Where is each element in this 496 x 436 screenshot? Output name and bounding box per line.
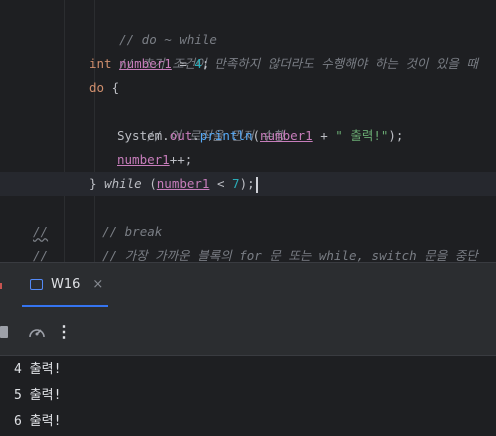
- code-line-9: // // break: [33, 220, 162, 244]
- operator: <: [209, 176, 233, 191]
- brace: {: [104, 80, 120, 95]
- punctuation: .: [162, 128, 170, 143]
- more-options-icon[interactable]: ⋮: [56, 322, 72, 341]
- punctuation: );: [239, 176, 255, 191]
- console-line: 6 출력!: [14, 414, 62, 429]
- operator: =: [171, 56, 195, 71]
- code-comment: // break: [102, 224, 163, 239]
- operator: +: [312, 128, 336, 143]
- dump-threads-icon[interactable]: [27, 323, 47, 341]
- run-toolbar: ⋮: [0, 308, 496, 356]
- variable: number1: [119, 56, 172, 71]
- number-literal: 7: [232, 176, 240, 191]
- method-name: println: [199, 128, 253, 143]
- line-comment-marker: //: [33, 224, 49, 239]
- console-line: 4 출력!: [14, 362, 62, 377]
- keyword: do: [89, 80, 105, 95]
- code-line-5: // 이 로직을 먼저 수행: [117, 100, 284, 143]
- variable: number1: [156, 176, 210, 191]
- keyword: while: [104, 176, 142, 191]
- run-panel-header: W16 ×: [0, 263, 496, 308]
- code-line-7: number1++;: [117, 148, 192, 172]
- code-line-6: System.out.println(number1 + " 출력!");: [117, 124, 403, 148]
- code-editor[interactable]: // do ~ while // 초기 조건이 만족하지 않더라도 수행해야 하…: [0, 0, 496, 262]
- line-comment-marker: //: [33, 248, 49, 262]
- run-config-icon: [30, 278, 43, 290]
- code-line-3: int number1 = 4;: [89, 52, 209, 76]
- keyword: int: [89, 56, 112, 71]
- punctuation: .: [192, 128, 200, 143]
- code-line-10: // // 가장 가까운 블록의 for 문 또는 while, switch 문…: [33, 244, 478, 262]
- punctuation: (: [141, 176, 157, 191]
- punctuation: );: [388, 128, 404, 143]
- class-name: System: [117, 128, 163, 143]
- brace: }: [89, 176, 105, 191]
- string-literal: " 출력!": [335, 128, 389, 143]
- code-line-2: // 초기 조건이 만족하지 않더라도 수행해야 하는 것이 있을 때: [89, 28, 478, 71]
- stop-icon[interactable]: [0, 326, 8, 338]
- code-line-1: // do ~ while: [89, 4, 217, 47]
- punctuation: (: [252, 128, 261, 143]
- operator: ++;: [169, 152, 193, 167]
- code-line-4: do {: [89, 76, 119, 100]
- console-line: 5 출력!: [14, 388, 62, 403]
- close-icon[interactable]: ×: [92, 277, 103, 292]
- console-output[interactable]: 4 출력! 5 출력! 6 출력!: [0, 356, 496, 436]
- code-line-8: } while (number1 < 7);: [89, 172, 258, 196]
- tab-label: W16: [51, 276, 81, 292]
- tab-w16[interactable]: W16 ×: [22, 263, 108, 307]
- previous-tab-edge[interactable]: [0, 283, 2, 289]
- text-cursor: [255, 176, 258, 193]
- punctuation: ;: [201, 56, 210, 71]
- code-comment: // 가장 가까운 블록의 for 문 또는 while, switch 문을 …: [102, 248, 478, 262]
- field-name: out: [169, 128, 193, 143]
- number-literal: 4: [194, 56, 202, 71]
- variable: number1: [117, 152, 170, 167]
- variable: number1: [260, 128, 313, 143]
